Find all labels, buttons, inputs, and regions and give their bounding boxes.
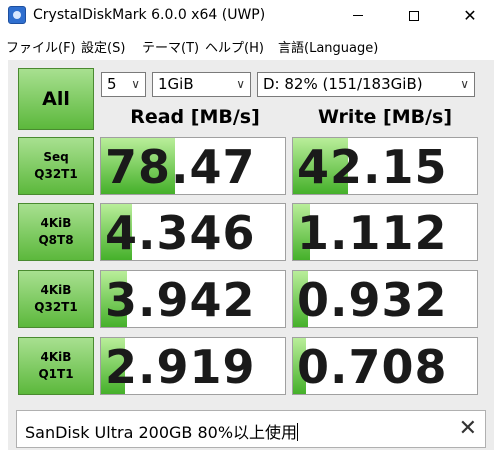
write-result-value: 0.708: [297, 340, 448, 394]
test-button-line2: Q32T1: [34, 300, 78, 314]
read-result-value: 78.47: [105, 140, 256, 194]
write-result-value: 0.932: [297, 273, 448, 327]
maximize-icon: [409, 10, 419, 21]
chevron-down-icon: ∨: [460, 77, 469, 91]
write-result-value: 1.112: [297, 206, 448, 260]
chevron-down-icon: ∨: [236, 77, 245, 91]
app-disk-icon: [8, 6, 26, 24]
test-button-seq-q32t1[interactable]: Seq Q32T1: [18, 137, 94, 195]
test-button-line2: Q8T8: [38, 233, 74, 247]
test-button-line2: Q1T1: [38, 367, 74, 381]
test-button-4kib-q32t1[interactable]: 4KiB Q32T1: [18, 270, 94, 328]
text-caret: [297, 423, 299, 441]
menu-theme[interactable]: テーマ(T): [142, 37, 199, 56]
test-button-4kib-q1t1[interactable]: 4KiB Q1T1: [18, 337, 94, 395]
read-result-cell: 78.47: [100, 137, 286, 195]
test-button-line1: 4KiB: [40, 283, 72, 297]
comment-value: SanDisk Ultra 200GB 80%以上使用: [25, 423, 298, 442]
run-all-button[interactable]: All: [18, 68, 94, 130]
test-size-select[interactable]: 1GiB ∨: [152, 72, 251, 97]
read-result-value: 2.919: [105, 340, 256, 394]
write-result-cell: 0.708: [292, 337, 478, 395]
minimize-button[interactable]: [335, 0, 381, 31]
write-result-cell: 1.112: [292, 203, 478, 261]
menu-language[interactable]: 言語(Language): [278, 37, 378, 56]
title-bar: CrystalDiskMark 6.0.0 x64 (UWP) ✕: [0, 0, 502, 31]
comment-input[interactable]: SanDisk Ultra 200GB 80%以上使用 ✕: [16, 410, 486, 448]
menu-bar: ファイル(F) 設定(S) テーマ(T) ヘルプ(H) 言語(Language): [0, 31, 502, 57]
read-result-cell: 2.919: [100, 337, 286, 395]
write-result-value: 42.15: [297, 140, 448, 194]
menu-settings[interactable]: 設定(S): [81, 37, 125, 56]
close-button[interactable]: ✕: [447, 0, 493, 31]
write-header: Write [MB/s]: [317, 106, 453, 128]
window-title: CrystalDiskMark 6.0.0 x64 (UWP): [33, 7, 266, 23]
test-size-value: 1GiB: [158, 75, 194, 93]
test-button-line2: Q32T1: [34, 167, 78, 181]
read-result-value: 4.346: [105, 206, 256, 260]
read-result-value: 3.942: [105, 273, 256, 327]
test-button-line1: 4KiB: [40, 350, 72, 364]
drive-select[interactable]: D: 82% (151/183GiB) ∨: [257, 72, 475, 97]
maximize-button[interactable]: [391, 0, 437, 31]
write-result-cell: 0.932: [292, 270, 478, 328]
test-count-select[interactable]: 5 ∨: [101, 72, 146, 97]
read-result-cell: 4.346: [100, 203, 286, 261]
read-header: Read [MB/s]: [130, 106, 260, 128]
close-icon: ✕: [463, 6, 477, 25]
comment-text-row: SanDisk Ultra 200GB 80%以上使用: [25, 419, 299, 443]
write-result-cell: 42.15: [292, 137, 478, 195]
test-button-4kib-q8t8[interactable]: 4KiB Q8T8: [18, 203, 94, 261]
read-result-cell: 3.942: [100, 270, 286, 328]
menu-file[interactable]: ファイル(F): [6, 37, 76, 56]
test-button-line1: Seq: [43, 150, 69, 164]
clear-icon[interactable]: ✕: [459, 417, 477, 441]
minimize-icon: [353, 15, 363, 16]
chevron-down-icon: ∨: [131, 77, 140, 91]
test-button-line1: 4KiB: [40, 216, 72, 230]
drive-value: D: 82% (151/183GiB): [263, 75, 423, 93]
menu-help[interactable]: ヘルプ(H): [205, 37, 264, 56]
test-count-value: 5: [107, 75, 117, 93]
